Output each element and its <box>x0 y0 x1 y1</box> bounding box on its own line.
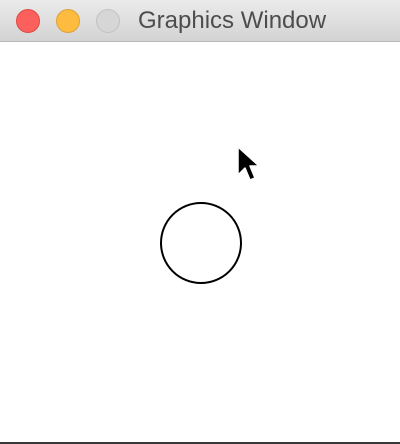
mouse-pointer-icon <box>237 146 260 181</box>
canvas-svg <box>160 202 242 284</box>
graphics-window: Graphics Window <box>0 0 400 444</box>
title-bar[interactable]: Graphics Window <box>0 0 400 42</box>
drawing-canvas[interactable] <box>0 42 400 442</box>
minimize-button[interactable] <box>56 9 80 33</box>
maximize-button[interactable] <box>96 9 120 33</box>
close-button[interactable] <box>16 9 40 33</box>
window-title: Graphics Window <box>138 7 327 34</box>
circle-shape <box>160 202 242 284</box>
